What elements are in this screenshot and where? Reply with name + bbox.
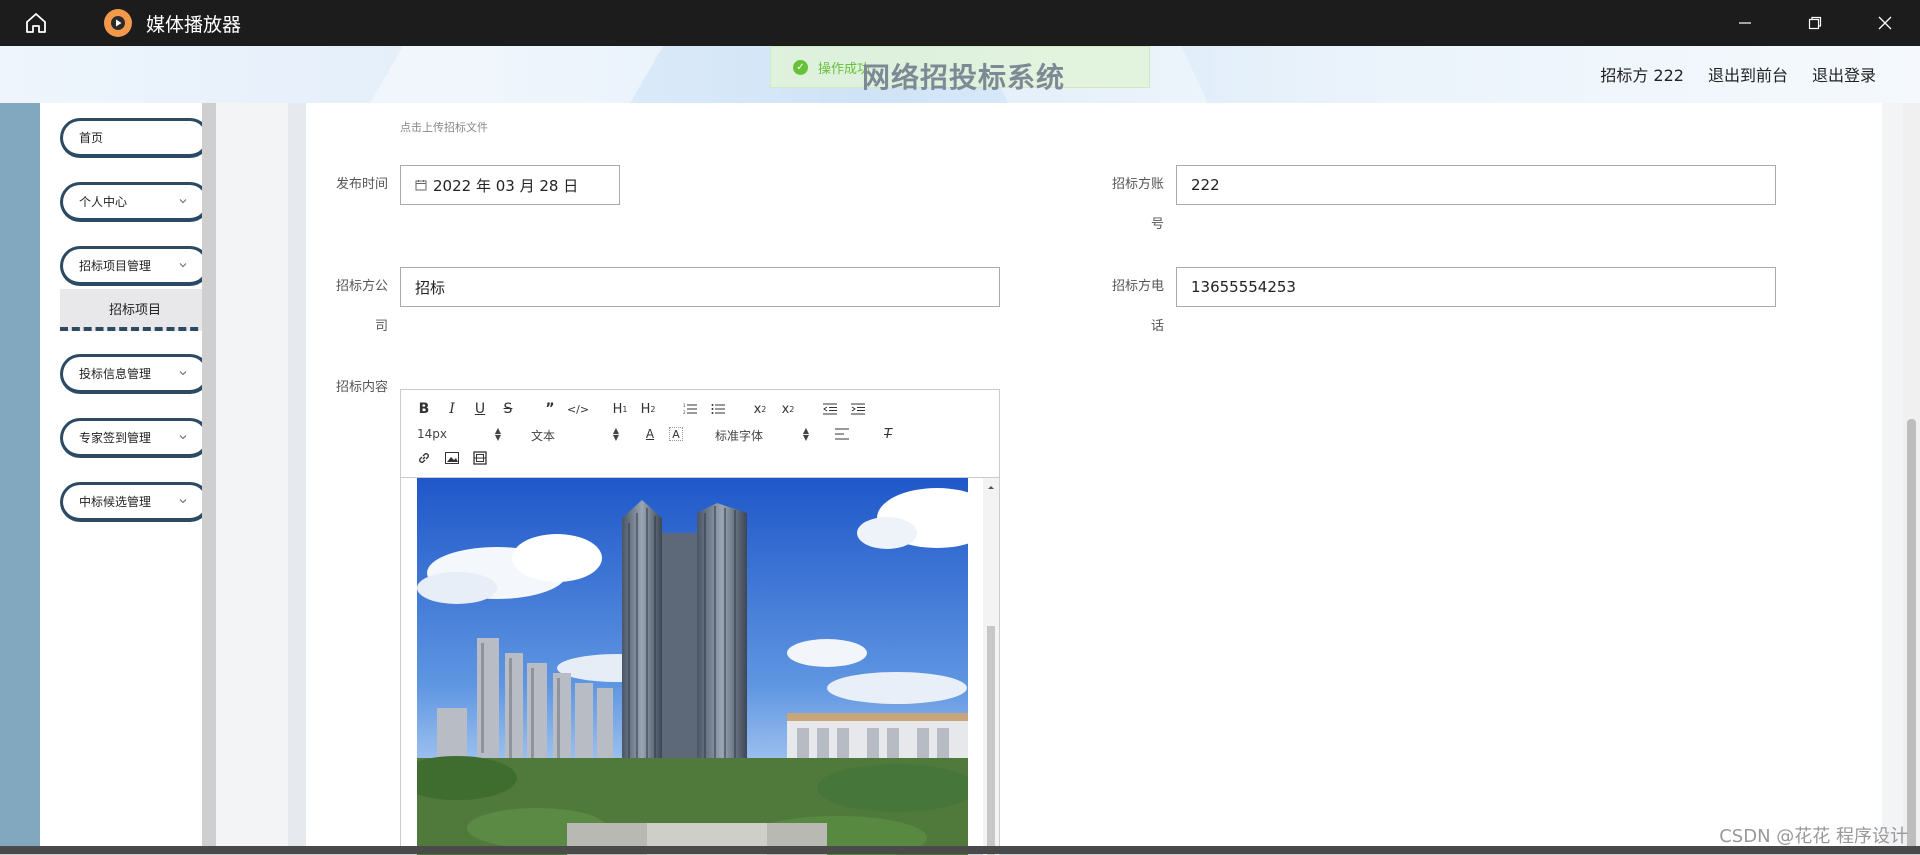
svg-text:1: 1 [683, 403, 686, 408]
minimize-button[interactable] [1710, 0, 1780, 46]
indent-icon[interactable] [847, 398, 869, 420]
svg-text:2: 2 [683, 410, 686, 415]
check-icon: ✓ [793, 59, 808, 75]
submenu-item-tender-project[interactable]: 招标项目 [60, 289, 210, 331]
building-photo [417, 478, 968, 855]
heading2-icon[interactable]: H2 [637, 398, 659, 420]
editor-content[interactable] [401, 478, 999, 855]
menu-item-expert-signin-management[interactable]: 专家签到管理 [60, 418, 210, 458]
heading1-icon[interactable]: H1 [609, 398, 631, 420]
phone-label-wrap: 话 [1150, 319, 1164, 334]
current-user: 招标方 222 [1600, 66, 1684, 85]
rich-text-editor[interactable]: B I U S ” </> H1 H2 12 x2 x2 14px ▲ ▼ 文本 ▲ ▼… [400, 389, 1000, 855]
paragraph-select[interactable]: 文本 ▲ ▼ [531, 427, 619, 444]
calendar-icon [415, 180, 427, 191]
sidebar-strip [0, 103, 40, 854]
header-user-menu: 招标方 222 退出到前台 退出登录 [1600, 62, 1876, 86]
account-label: 招标方账 [1111, 177, 1164, 192]
bottom-bar [0, 846, 1920, 854]
menu-item-personal-center[interactable]: 个人中心 [60, 182, 210, 222]
editor-scrollbar[interactable] [983, 478, 999, 855]
superscript-icon[interactable]: x2 [777, 398, 799, 420]
site-title: 网络招投标系统 [862, 61, 1066, 94]
select-arrows-icon: ▲ ▼ [494, 426, 501, 442]
watermark: CSDN @花花 程序设计 [1719, 826, 1908, 847]
logout-link[interactable]: 退出登录 [1812, 62, 1876, 86]
video-icon[interactable] [469, 447, 491, 469]
subscript-icon[interactable]: x2 [749, 398, 771, 420]
code-block-icon[interactable]: </> [567, 398, 589, 420]
menu-item-label: 个人中心 [79, 195, 128, 209]
menu-item-tender-project-management[interactable]: 招标项目管理 [60, 246, 210, 286]
company-label-wrap: 司 [374, 319, 388, 334]
font-size-select[interactable]: 14px ▲ ▼ [417, 427, 501, 442]
menu-item-label: 专家签到管理 [79, 431, 152, 445]
company-label: 招标方公 [335, 279, 388, 294]
menu-item-bid-info-management[interactable]: 投标信息管理 [60, 354, 210, 394]
chevron-down-icon [179, 371, 187, 376]
background-color-icon[interactable]: A [669, 427, 683, 441]
chevron-down-icon [179, 199, 187, 204]
font-family-value: 标准字体 [715, 429, 764, 443]
account-input[interactable]: 222 [1176, 165, 1776, 205]
underline-icon[interactable]: U [469, 398, 491, 420]
phone-label: 招标方电 [1111, 279, 1164, 294]
link-icon[interactable] [413, 447, 435, 469]
paragraph-value: 文本 [531, 429, 556, 443]
font-size-value: 14px [417, 427, 447, 441]
window-controls [1710, 0, 1920, 46]
italic-icon[interactable]: I [441, 398, 463, 420]
close-button[interactable] [1850, 0, 1920, 46]
app-header: ✓ 操作成功 网络招投标系统 招标方 222 退出到前台 退出登录 [0, 46, 1920, 103]
window-title: 媒体播放器 [146, 13, 242, 36]
bold-icon[interactable]: B [413, 398, 435, 420]
strikethrough-icon[interactable]: S [497, 398, 519, 420]
clear-format-icon[interactable]: T [877, 423, 899, 445]
sidebar-divider [202, 103, 216, 854]
home-icon[interactable] [18, 5, 54, 41]
editor-toolbar: B I U S ” </> H1 H2 12 x2 x2 14px ▲ ▼ 文本 ▲ ▼… [401, 390, 999, 478]
account-label-wrap: 号 [1150, 217, 1164, 232]
bullet-list-icon[interactable] [707, 398, 729, 420]
scroll-up-icon[interactable] [983, 481, 999, 493]
menu-item-winning-candidate-management[interactable]: 中标候选管理 [60, 482, 210, 522]
ordered-list-icon[interactable]: 12 [679, 398, 701, 420]
menu-item-label: 中标候选管理 [79, 495, 152, 509]
menu-item-label: 招标项目管理 [79, 259, 152, 273]
media-player-titlebar: 媒体播放器 [0, 0, 1920, 46]
publish-time-label: 发布时间 [335, 177, 388, 192]
phone-input[interactable]: 13655554253 [1176, 267, 1776, 307]
image-icon[interactable] [441, 447, 463, 469]
upload-tip[interactable]: 点击上传招标文件 [400, 119, 488, 135]
outdent-icon[interactable] [819, 398, 841, 420]
align-icon[interactable] [831, 423, 853, 445]
publish-time-input[interactable]: 2022 年 03 月 28 日 [400, 165, 620, 205]
font-color-icon[interactable]: A [639, 423, 661, 445]
select-arrows-icon: ▲ ▼ [612, 426, 619, 442]
page-scrollbar-thumb[interactable] [1907, 419, 1916, 854]
sidebar: 首页 个人中心 招标项目管理 招标项目 投标信息管理 专家签到管理 中标候选管理 [40, 103, 210, 854]
publish-time-value: 2022 年 03 月 28 日 [433, 176, 579, 195]
font-family-select[interactable]: 标准字体 ▲ ▼ [715, 427, 809, 444]
restore-button[interactable] [1780, 0, 1850, 46]
menu-item-home[interactable]: 首页 [60, 118, 210, 158]
editor-scrollbar-thumb[interactable] [987, 626, 995, 855]
chevron-down-icon [179, 435, 187, 440]
chevron-down-icon [179, 263, 187, 268]
chevron-down-icon [179, 499, 187, 504]
page-scrollbar[interactable] [1903, 103, 1920, 854]
blockquote-icon[interactable]: ” [539, 398, 561, 420]
header-decoration [339, 46, 681, 103]
content-label: 招标内容 [335, 380, 388, 395]
back-to-front-link[interactable]: 退出到前台 [1708, 62, 1788, 86]
company-input[interactable]: 招标 [400, 267, 1000, 307]
menu-item-label: 首页 [79, 131, 104, 145]
menu-item-label: 投标信息管理 [79, 367, 152, 381]
media-player-logo-icon [104, 9, 132, 37]
select-arrows-icon: ▲ ▼ [802, 426, 809, 442]
